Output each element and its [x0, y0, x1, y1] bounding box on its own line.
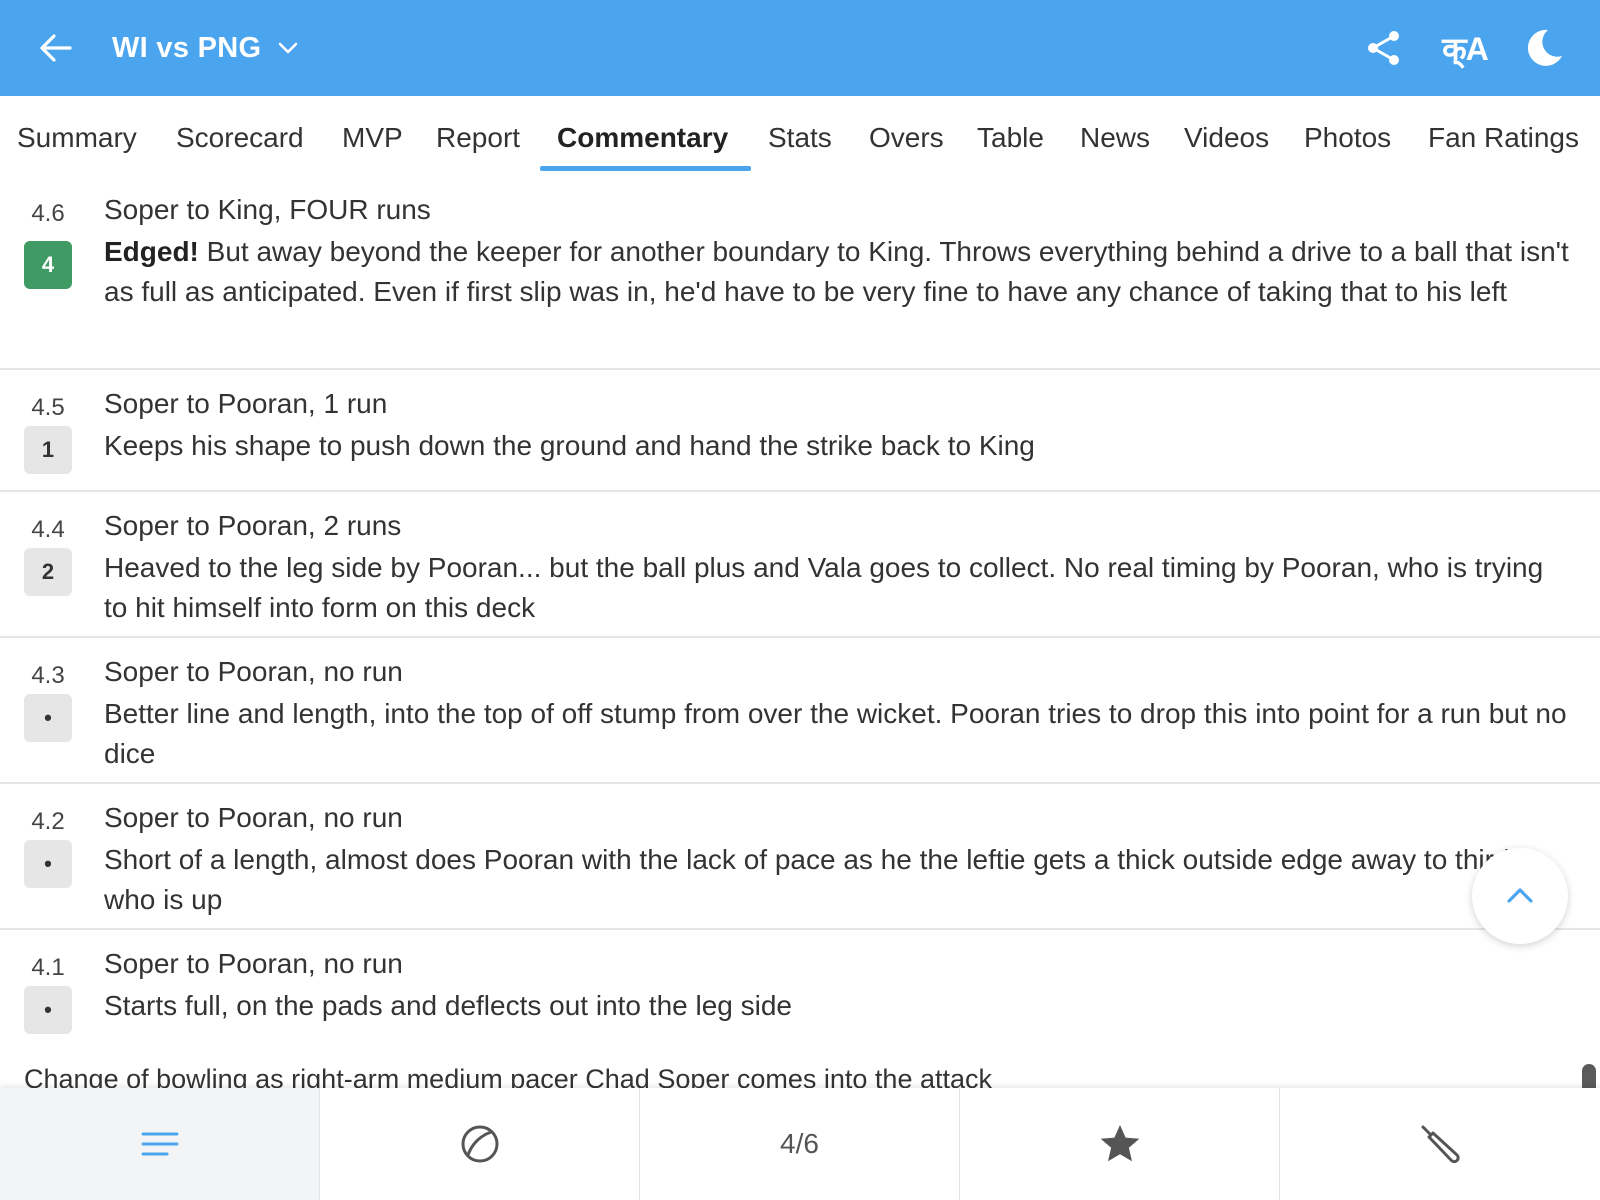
- tab-table[interactable]: Table: [977, 116, 1044, 160]
- bat-icon: [1421, 1125, 1460, 1164]
- scroll-to-top-button[interactable]: [1472, 848, 1568, 944]
- ball-icon: [461, 1125, 498, 1163]
- over-number: 4.6: [31, 200, 65, 227]
- ball-headline: Soper to Pooran, no run: [104, 656, 403, 687]
- tab-stats[interactable]: Stats: [768, 116, 832, 160]
- over-number: 4.4: [31, 516, 65, 543]
- ball-headline: Soper to King, FOUR runs: [104, 194, 431, 225]
- runs-badge: 1: [24, 426, 72, 474]
- tab-videos[interactable]: Videos: [1184, 116, 1269, 160]
- ball-headline: Soper to Pooran, no run: [104, 802, 403, 833]
- ball-headline: Soper to Pooran, 2 runs: [104, 510, 402, 541]
- back-arrow-icon[interactable]: [36, 28, 76, 68]
- runs-badge: 2: [24, 548, 72, 596]
- commentary-item: 4.5 1 Soper to Pooran, 1 run Keeps his s…: [0, 370, 1600, 492]
- over-number: 4.3: [31, 662, 65, 689]
- chevron-down-icon: [279, 42, 298, 54]
- app-header: WI vs PNG क्A: [0, 0, 1600, 96]
- tab-mvp[interactable]: MVP: [342, 116, 403, 160]
- tab-news[interactable]: News: [1080, 116, 1150, 160]
- over-number: 4.1: [31, 954, 65, 981]
- bottom-nav-ball[interactable]: [320, 1088, 640, 1200]
- tab-photos[interactable]: Photos: [1304, 116, 1391, 160]
- over-number: 4.2: [31, 808, 65, 835]
- tab-commentary[interactable]: Commentary: [557, 116, 728, 160]
- tab-fan-ratings[interactable]: Fan Ratings: [1428, 116, 1579, 160]
- bottom-nav-highlights[interactable]: [960, 1088, 1280, 1200]
- language-icon[interactable]: क्A: [1434, 26, 1496, 70]
- commentary-item: 4.4 2 Soper to Pooran, 2 runs Heaved to …: [0, 492, 1600, 638]
- runs-badge: •: [24, 694, 72, 742]
- match-selector[interactable]: WI vs PNG: [112, 28, 301, 68]
- match-title: WI vs PNG: [112, 31, 262, 64]
- boundaries-label: 4/6: [780, 1128, 819, 1159]
- tab-scorecard[interactable]: Scorecard: [176, 116, 304, 160]
- tab-report[interactable]: Report: [436, 116, 520, 160]
- ball-commentary: Better line and length, into the top of …: [104, 698, 1567, 769]
- commentary-item: 4.2 • Soper to Pooran, no run Short of a…: [0, 784, 1600, 930]
- ball-commentary: Heaved to the leg side by Pooran... but …: [104, 552, 1544, 623]
- star-icon: [1100, 1125, 1139, 1162]
- commentary-item: 4.3 • Soper to Pooran, no run Better lin…: [0, 638, 1600, 784]
- tab-overs[interactable]: Overs: [869, 116, 944, 160]
- bowling-change-note: Change of bowling as right-arm medium pa…: [24, 1064, 992, 1088]
- commentary-text: But away beyond the keeper for another b…: [104, 236, 1569, 307]
- bottom-nav-commentary[interactable]: [0, 1088, 320, 1200]
- active-tab-indicator: [540, 166, 751, 171]
- ball-commentary: Edged! But away beyond the keeper for an…: [104, 232, 1574, 312]
- commentary-feed[interactable]: 4.6 4 Soper to King, FOUR runs Edged! Bu…: [0, 176, 1600, 1088]
- chevron-up-icon: [1507, 888, 1533, 903]
- bottom-nav: 4/6: [0, 1088, 1600, 1200]
- ball-commentary: Starts full, on the pads and deflects ou…: [104, 990, 792, 1021]
- runs-badge: 4: [24, 241, 72, 289]
- runs-badge: •: [24, 986, 72, 1034]
- ball-commentary: Short of a length, almost does Pooran wi…: [104, 844, 1518, 915]
- runs-badge: •: [24, 840, 72, 888]
- share-icon[interactable]: [1362, 26, 1406, 70]
- bottom-nav-boundaries[interactable]: 4/6: [640, 1088, 960, 1200]
- ball-headline: Soper to Pooran, no run: [104, 948, 403, 979]
- ball-headline: Soper to Pooran, 1 run: [104, 388, 388, 419]
- moon-icon[interactable]: [1522, 26, 1566, 70]
- bottom-nav-batting[interactable]: [1280, 1088, 1600, 1200]
- commentary-item: 4.6 4 Soper to King, FOUR runs Edged! Bu…: [0, 176, 1600, 370]
- commentary-item: 4.1 • Soper to Pooran, no run Starts ful…: [0, 930, 1600, 1066]
- tab-summary[interactable]: Summary: [17, 116, 137, 160]
- language-label: क्A: [1442, 30, 1489, 67]
- tab-bar: Summary Scorecard MVP Report Commentary …: [0, 96, 1600, 176]
- commentary-emphasis: Edged!: [104, 236, 199, 267]
- over-number: 4.5: [31, 394, 65, 421]
- list-icon: [141, 1132, 178, 1156]
- ball-commentary: Keeps his shape to push down the ground …: [104, 430, 1035, 461]
